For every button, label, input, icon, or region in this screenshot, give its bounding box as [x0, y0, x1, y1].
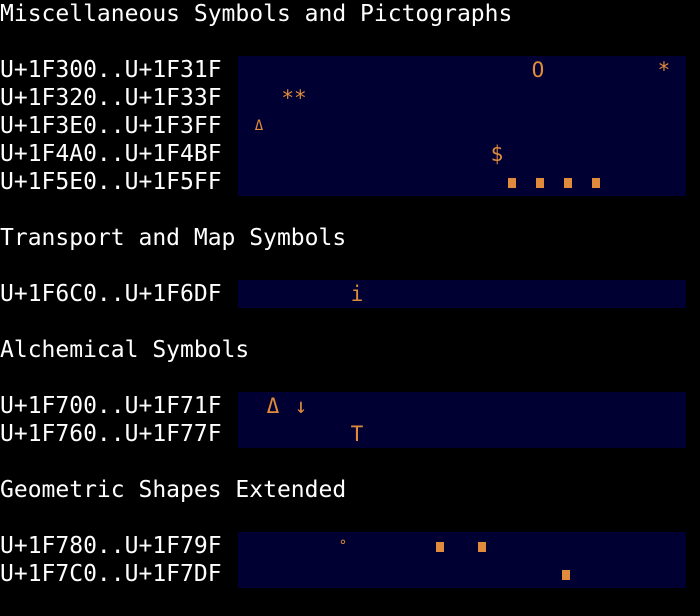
glyph-strip-1f3e0: Δ [238, 112, 686, 140]
section-heading-misc-symbols: Miscellaneous Symbols and Pictographs [0, 1, 513, 27]
glyph-block-mark [562, 570, 570, 580]
glyph-t: T [350, 422, 364, 446]
glyph-down-arrow: ↓ [294, 394, 308, 418]
glyph-block-mark [564, 178, 572, 188]
glyph-strip-1f780: ° [238, 532, 686, 560]
glyph-block-mark [436, 542, 444, 552]
glyph-asterisk: * [657, 58, 671, 82]
glyph-strip-1f300: O * [238, 56, 686, 84]
glyph-block-mark [478, 542, 486, 552]
range-label-1f300: U+1F300..U+1F31F [0, 57, 222, 83]
glyph-strip-1f700: Δ ↓ [238, 392, 686, 420]
range-label-1f760: U+1F760..U+1F77F [0, 421, 222, 447]
glyph-info-i: i [350, 282, 364, 306]
glyph-block-mark [508, 178, 516, 188]
range-label-1f780: U+1F780..U+1F79F [0, 533, 222, 559]
glyph-double-asterisk: ** [281, 86, 307, 110]
range-label-1f7c0: U+1F7C0..U+1F7DF [0, 561, 222, 587]
glyph-strip-1f320: ** [238, 84, 686, 112]
range-label-1f6c0: U+1F6C0..U+1F6DF [0, 281, 222, 307]
section-heading-alchemical: Alchemical Symbols [0, 337, 250, 363]
glyph-dollar: $ [490, 142, 504, 166]
glyph-strip-1f7c0 [238, 560, 686, 588]
glyph-block-mark [592, 178, 600, 188]
glyph-strip-1f760: T [238, 420, 686, 448]
glyph-block-mark [536, 178, 544, 188]
glyph-small-circle: ° [338, 538, 348, 554]
glyph-circle-o: O [531, 58, 545, 82]
glyph-strip-1f6c0: i [238, 280, 686, 308]
range-label-1f320: U+1F320..U+1F33F [0, 85, 222, 111]
range-label-1f5e0: U+1F5E0..U+1F5FF [0, 169, 222, 195]
font-coverage-screen: Miscellaneous Symbols and Pictographs U+… [0, 0, 700, 616]
glyph-strip-1f5e0 [238, 168, 686, 196]
range-label-1f700: U+1F700..U+1F71F [0, 393, 222, 419]
section-heading-geometric: Geometric Shapes Extended [0, 477, 347, 503]
glyph-strip-1f4a0: $ [238, 140, 686, 168]
glyph-triangle: Δ [266, 394, 280, 418]
range-label-1f4a0: U+1F4A0..U+1F4BF [0, 141, 222, 167]
section-heading-transport: Transport and Map Symbols [0, 225, 347, 251]
glyph-triangle-small: Δ [254, 118, 264, 134]
range-label-1f3e0: U+1F3E0..U+1F3FF [0, 113, 222, 139]
